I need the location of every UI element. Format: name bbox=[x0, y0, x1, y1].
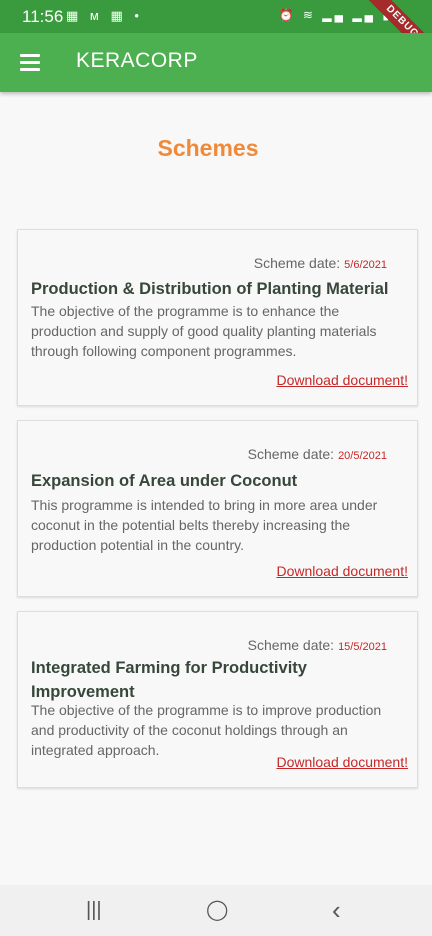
scheme-date-value: 20/5/2021 bbox=[338, 450, 387, 462]
scheme-date-row: Scheme date: 5/6/2021 bbox=[254, 255, 387, 271]
scheme-description: This programme is intended to bring in m… bbox=[31, 497, 378, 553]
scheme-date-value: 15/5/2021 bbox=[338, 641, 387, 653]
scheme-card: Scheme date: 15/5/2021 Integrated Farming… bbox=[17, 611, 418, 788]
hamburger-menu-icon[interactable] bbox=[20, 54, 40, 71]
app-bar: KERACORP bbox=[0, 33, 432, 92]
scheme-date-label: Scheme date: bbox=[247, 446, 335, 462]
status-time: 11:56 bbox=[22, 7, 64, 26]
scheme-description: The objective of the programme is to imp… bbox=[31, 702, 382, 758]
back-icon[interactable]: ‹ bbox=[332, 895, 341, 926]
app-title: KERACORP bbox=[76, 49, 198, 72]
scheme-card: Scheme date: 20/5/2021 Expansion of Area … bbox=[17, 420, 418, 597]
scheme-date-label: Scheme date: bbox=[253, 255, 341, 271]
scheme-title: Integrated Farming for Productivity Impr… bbox=[31, 659, 307, 701]
scheme-date-row: Scheme date: 15/5/2021 bbox=[248, 637, 387, 653]
notification-icons: ▦ ᴍ ▦ • bbox=[66, 8, 143, 23]
scheme-title: Expansion of Area under Coconut bbox=[31, 472, 298, 490]
scheme-title: Production & Distribution of Planting Ma… bbox=[31, 280, 389, 298]
scheme-date-value: 5/6/2021 bbox=[344, 259, 387, 271]
download-document-link[interactable]: Download document! bbox=[276, 754, 408, 770]
download-document-link[interactable]: Download document! bbox=[276, 372, 408, 388]
status-bar: 11:56 ▦ ᴍ ▦ • ⏰ ≋ ▂▄ ▂▄ ▮ DEBUG bbox=[0, 0, 432, 71]
scheme-description: The objective of the programme is to enh… bbox=[31, 303, 377, 359]
download-document-link[interactable]: Download document! bbox=[276, 563, 408, 579]
scheme-date-row: Scheme date: 20/5/2021 bbox=[248, 446, 387, 462]
system-navigation-bar: ||| ◯ ‹ bbox=[0, 885, 432, 936]
recents-icon[interactable]: ||| bbox=[86, 899, 102, 922]
scheme-date-label: Scheme date: bbox=[247, 637, 335, 653]
scheme-card: Scheme date: 5/6/2021 Production & Distri… bbox=[17, 229, 418, 406]
home-icon[interactable]: ◯ bbox=[206, 897, 228, 922]
system-status-icons: ⏰ ≋ ▂▄ ▂▄ ▮ bbox=[278, 8, 392, 22]
page-title: Schemes bbox=[157, 135, 259, 161]
